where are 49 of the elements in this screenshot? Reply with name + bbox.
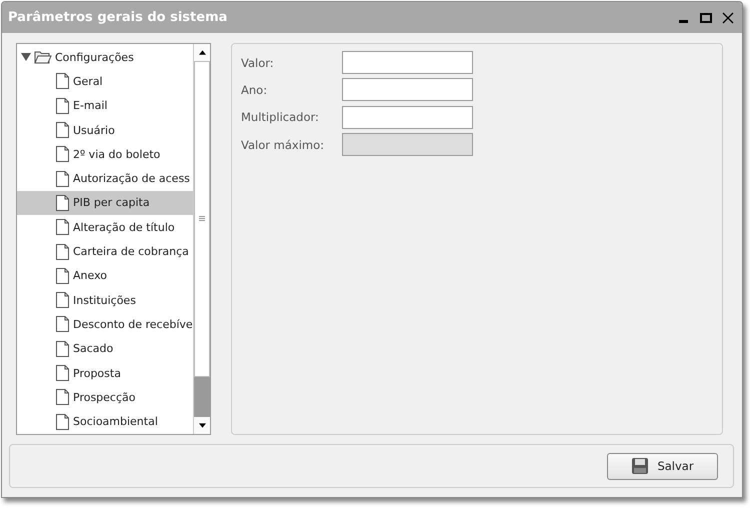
document-icon bbox=[56, 219, 69, 236]
scrollbar[interactable] bbox=[193, 44, 210, 434]
document-icon bbox=[56, 98, 69, 114]
field-label: Ano: bbox=[241, 82, 268, 97]
document-icon bbox=[56, 194, 69, 211]
maximize-icon[interactable] bbox=[700, 12, 712, 24]
field-label: Valor: bbox=[241, 56, 275, 70]
document-icon bbox=[56, 122, 69, 138]
document-icon bbox=[56, 414, 69, 430]
tree-item[interactable]: Desconto de recebíve bbox=[17, 312, 193, 337]
tree-item[interactable]: E-mail bbox=[17, 94, 193, 118]
tree-item[interactable]: Alteração de título bbox=[17, 215, 193, 240]
document-icon bbox=[56, 316, 69, 332]
tree-item[interactable]: Usuário bbox=[17, 118, 193, 142]
grip-icon bbox=[199, 216, 205, 222]
document-icon bbox=[56, 389, 69, 406]
tree-item[interactable]: Proposta bbox=[17, 360, 193, 386]
input-field[interactable] bbox=[342, 106, 473, 129]
document-icon bbox=[56, 73, 69, 90]
field-label: Multiplicador: bbox=[241, 110, 320, 124]
tree-item[interactable]: Autorização de acess bbox=[17, 166, 193, 191]
tree-item[interactable]: Configurações bbox=[55, 50, 134, 64]
tree-item[interactable]: Sacado bbox=[17, 336, 193, 361]
tree-item[interactable]: PIB per capita bbox=[17, 190, 193, 216]
document-icon bbox=[56, 292, 69, 308]
field-label: Valor máximo: bbox=[241, 138, 325, 152]
window-title: Parâmetros gerais do sistema bbox=[8, 10, 228, 25]
input-field[interactable] bbox=[342, 78, 473, 102]
close-icon[interactable] bbox=[722, 12, 734, 24]
document-icon bbox=[56, 170, 69, 187]
folder-icon bbox=[34, 50, 52, 64]
scroll-down-icon[interactable] bbox=[198, 423, 206, 428]
scroll-up-icon[interactable] bbox=[198, 50, 206, 55]
tree-item[interactable]: Anexo bbox=[17, 264, 193, 288]
expand-triangle-icon[interactable] bbox=[21, 52, 31, 62]
tree-item[interactable]: 2º via do boleto bbox=[17, 142, 193, 166]
tree-item[interactable]: Prospecção bbox=[17, 385, 193, 410]
input-field[interactable] bbox=[342, 51, 473, 74]
tree-item[interactable]: Carteira de cobrança bbox=[17, 239, 193, 264]
save-button[interactable]: Salvar bbox=[607, 452, 718, 480]
document-icon bbox=[56, 268, 69, 284]
scroll-thumb[interactable] bbox=[194, 61, 210, 377]
document-icon bbox=[56, 340, 69, 357]
tree-item[interactable]: Geral bbox=[17, 69, 193, 94]
document-icon bbox=[56, 244, 69, 260]
tree-item[interactable]: Socioambiental bbox=[17, 409, 193, 434]
document-icon bbox=[56, 146, 69, 162]
tree-item[interactable]: Instituições bbox=[17, 288, 193, 312]
document-icon bbox=[56, 365, 69, 381]
